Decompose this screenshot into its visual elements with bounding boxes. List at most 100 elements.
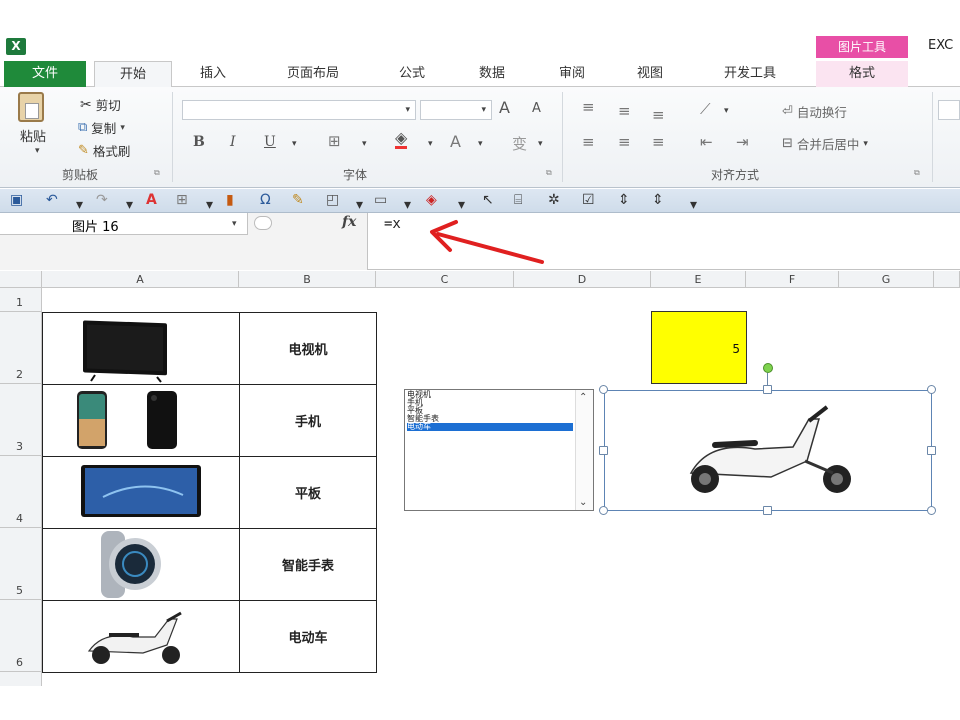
product-image-cell[interactable] — [42, 456, 240, 529]
formula-divider-handle[interactable] — [254, 216, 272, 230]
bold-button[interactable]: B — [193, 134, 205, 150]
column-header-a[interactable]: A — [42, 271, 239, 288]
copy-button[interactable]: ⧉ 复制 ▾ — [78, 118, 125, 137]
tab-review[interactable]: 审阅 — [542, 61, 602, 87]
align-center-icon[interactable]: ≡ — [618, 133, 631, 151]
product-listbox[interactable]: 电视机 手机 平板 智能手表 电动车 ⌃ ⌄ — [404, 389, 594, 511]
name-box[interactable]: 图片 16 ▾ — [0, 213, 248, 235]
column-header-b[interactable]: B — [239, 271, 376, 288]
product-name-cell[interactable]: 电动车 — [239, 600, 377, 673]
checkbox-icon[interactable]: ☑ — [582, 192, 595, 208]
decrease-indent-icon[interactable]: ⇤ — [700, 133, 713, 151]
bucket-dropdown-icon[interactable]: ▾ — [458, 197, 465, 213]
tab-file[interactable]: 文件 — [4, 61, 86, 87]
name-box-dropdown-icon[interactable]: ▾ — [232, 219, 237, 229]
pencil-icon[interactable]: ✎ — [292, 192, 304, 208]
linked-cell[interactable]: 5 — [651, 311, 747, 384]
align-right-icon[interactable]: ≡ — [652, 133, 665, 151]
grow-font-button[interactable]: A — [499, 98, 510, 117]
insert-function-icon[interactable]: fx — [342, 214, 356, 230]
product-image-cell[interactable] — [42, 528, 240, 601]
tab-view[interactable]: 视图 — [620, 61, 680, 87]
border-icon[interactable]: ⊞ — [328, 132, 341, 150]
wrap-text-button[interactable]: ⏎ 自动换行 — [782, 102, 847, 121]
row-header-6[interactable]: 6 — [0, 600, 42, 672]
phonetic-button[interactable]: 变 — [512, 133, 527, 154]
clipboard-launcher-icon[interactable]: ⧉ — [154, 168, 160, 178]
redo-icon[interactable]: ↷ — [96, 192, 108, 208]
resize-handle[interactable] — [599, 446, 608, 455]
symbol-icon[interactable]: Ω — [260, 192, 271, 208]
align-left-icon[interactable]: ≡ — [582, 133, 595, 151]
underline-button[interactable]: U — [264, 134, 276, 150]
shapes-dropdown-icon[interactable]: ▾ — [356, 197, 363, 213]
resize-handle[interactable] — [763, 506, 772, 515]
listbox-item[interactable]: 手机 — [407, 399, 573, 407]
tab-format[interactable]: 格式 — [816, 61, 908, 87]
column-header-h[interactable] — [934, 271, 960, 288]
borders-icon[interactable]: ⊞ — [176, 192, 188, 208]
fill-color-dropdown-icon[interactable]: ▾ — [428, 139, 433, 149]
tab-developer[interactable]: 开发工具 — [702, 61, 798, 87]
scroll-button-icon[interactable]: ⇕ — [652, 192, 664, 208]
merge-center-button[interactable]: ⊟ 合并后居中 ▾ — [782, 134, 868, 153]
border-dropdown-icon[interactable]: ▾ — [362, 139, 367, 149]
highlight-dropdown-icon[interactable]: ▾ — [404, 197, 411, 213]
spin-button-icon[interactable]: ⇕ — [618, 192, 630, 208]
customize-qat-icon[interactable]: ▾ — [690, 197, 697, 213]
bucket-icon[interactable]: ◈ — [426, 192, 437, 208]
row-header-5[interactable]: 5 — [0, 528, 42, 600]
font-color-dropdown-icon[interactable]: ▾ — [478, 139, 483, 149]
shapes-icon[interactable]: ◰ — [326, 192, 339, 208]
tab-data[interactable]: 数据 — [462, 61, 522, 87]
product-name-cell[interactable]: 平板 — [239, 456, 377, 529]
product-name-cell[interactable]: 电视机 — [239, 312, 377, 385]
align-top-icon[interactable]: ≡ — [582, 98, 595, 116]
product-image-cell[interactable] — [42, 384, 240, 457]
align-middle-icon[interactable]: ≡ — [618, 102, 631, 120]
select-pointer-icon[interactable]: ↖ — [482, 192, 494, 208]
fill-color-icon[interactable]: ◈ — [395, 130, 408, 149]
orientation-icon[interactable]: ⟋ — [700, 100, 711, 118]
resize-handle[interactable] — [927, 446, 936, 455]
italic-button[interactable]: I — [230, 134, 236, 150]
tab-page-layout[interactable]: 页面布局 — [264, 61, 362, 87]
phonetic-dropdown-icon[interactable]: ▾ — [538, 139, 543, 149]
font-launcher-icon[interactable]: ⧉ — [546, 168, 552, 178]
row-header-1[interactable]: 1 — [0, 288, 42, 312]
paste-icon[interactable] — [18, 92, 44, 122]
listbox-item-selected[interactable]: 电动车 — [407, 423, 573, 431]
camera-icon[interactable]: ⌸ — [514, 192, 522, 208]
tab-insert[interactable]: 插入 — [178, 61, 248, 87]
column-header-c[interactable]: C — [376, 271, 514, 288]
format-painter-button[interactable]: ✎ 格式刷 — [78, 141, 130, 160]
resize-handle[interactable] — [599, 385, 608, 394]
resize-handle[interactable] — [927, 385, 936, 394]
resize-handle[interactable] — [763, 385, 772, 394]
row-header-4[interactable]: 4 — [0, 456, 42, 528]
product-image-cell[interactable] — [42, 312, 240, 385]
selected-picture[interactable] — [604, 390, 932, 511]
orientation-dropdown-icon[interactable]: ▾ — [724, 106, 729, 116]
paste-dropdown-icon[interactable]: ▾ — [35, 146, 40, 156]
paste-button[interactable]: 粘贴 — [20, 126, 46, 145]
number-format-combo[interactable] — [938, 100, 960, 120]
shrink-font-button[interactable]: A — [532, 101, 541, 116]
listbox-item[interactable]: 智能手表 — [407, 415, 573, 423]
highlight-icon[interactable]: ▭ — [374, 192, 387, 208]
tab-formulas[interactable]: 公式 — [382, 61, 442, 87]
scroll-up-icon[interactable]: ⌃ — [579, 392, 587, 403]
chart-icon[interactable]: ▮ — [226, 192, 234, 208]
product-name-cell[interactable]: 智能手表 — [239, 528, 377, 601]
font-name-combo[interactable]: ▾ — [182, 100, 416, 120]
rotate-handle[interactable] — [763, 363, 773, 373]
row-header-2[interactable]: 2 — [0, 312, 42, 384]
formula-input[interactable]: =x — [384, 216, 401, 232]
font-color-button[interactable]: A — [450, 132, 461, 151]
row-header-7[interactable] — [0, 672, 42, 686]
redo-dropdown-icon[interactable]: ▾ — [126, 197, 133, 213]
row-header-3[interactable]: 3 — [0, 384, 42, 456]
font-color-icon[interactable]: A — [146, 192, 157, 208]
undo-icon[interactable]: ↶ — [46, 192, 58, 208]
select-all-corner[interactable] — [0, 271, 42, 288]
